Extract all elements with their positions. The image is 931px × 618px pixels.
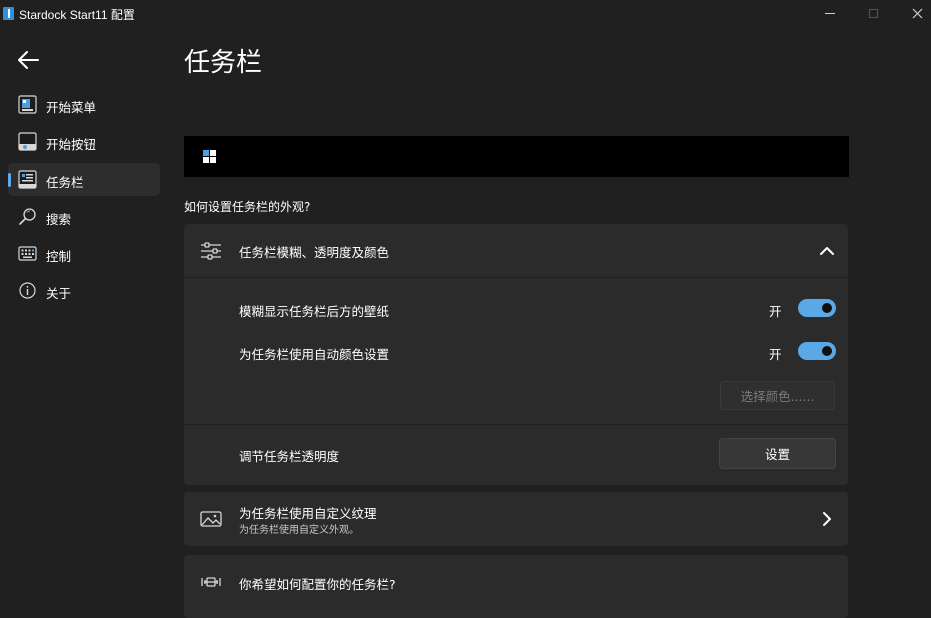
taskbar-config-card[interactable]: 你希望如何配置你的任务栏? [184, 555, 848, 618]
appearance-expander-header[interactable]: 任务栏模糊、透明度及颜色 [184, 224, 848, 278]
sidebar-item-start-button[interactable]: 开始按钮 [8, 125, 160, 158]
sidebar-item-label: 搜索 [46, 212, 72, 227]
config-card-title: 你希望如何配置你的任务栏? [239, 577, 396, 592]
title-bar: Stardock Start11 配置 [0, 0, 931, 27]
maximize-icon [868, 9, 878, 18]
close-icon [912, 8, 922, 19]
taskbar-layout-icon [201, 577, 221, 587]
taskbar-icon [18, 170, 37, 189]
window-title: Stardock Start11 配置 [19, 8, 135, 22]
sliders-icon [201, 242, 221, 260]
start11-logo-icon [203, 150, 216, 163]
chevron-up-icon[interactable] [819, 243, 835, 259]
sidebar-item-label: 任务栏 [46, 175, 84, 190]
sidebar-item-taskbar[interactable]: 任务栏 [8, 163, 160, 196]
appearance-card-title: 任务栏模糊、透明度及颜色 [239, 245, 390, 260]
sidebar-item-control[interactable]: 控制 [8, 237, 160, 270]
auto-color-label: 为任务栏使用自动颜色设置 [239, 347, 390, 362]
chevron-right-icon [823, 512, 831, 526]
sidebar-item-about[interactable]: 关于 [8, 274, 160, 307]
sidebar-item-search[interactable]: 搜索 [8, 200, 160, 233]
transparency-settings-button[interactable]: 设置 [719, 438, 836, 469]
auto-color-toggle[interactable] [798, 342, 836, 360]
info-icon [19, 282, 36, 299]
appearance-expander-card: 任务栏模糊、透明度及颜色 模糊显示任务栏后方的壁纸 开 为任务栏使用自动颜色设置… [184, 224, 848, 485]
section-question: 如何设置任务栏的外观? [184, 200, 311, 214]
texture-card-subtitle: 为任务栏使用自定义外观。 [239, 525, 359, 536]
custom-texture-card[interactable]: 为任务栏使用自定义纹理 为任务栏使用自定义外观。 [184, 492, 848, 546]
row-divider [184, 424, 848, 425]
close-button[interactable] [894, 0, 931, 27]
start11-app-icon [3, 7, 14, 20]
minimize-button[interactable] [807, 0, 853, 27]
sidebar-item-label: 关于 [46, 286, 72, 301]
auto-color-toggle-state: 开 [769, 347, 782, 362]
sidebar-item-label: 开始菜单 [46, 100, 97, 115]
sidebar-item-start-menu[interactable]: 开始菜单 [8, 88, 160, 121]
sidebar-item-label: 开始按钮 [46, 137, 97, 152]
transparency-label: 调节任务栏透明度 [239, 449, 340, 464]
image-icon [200, 511, 222, 527]
texture-card-title: 为任务栏使用自定义纹理 [239, 506, 377, 521]
taskbar-preview [184, 136, 849, 177]
sidebar-item-label: 控制 [46, 249, 72, 264]
keyboard-icon [18, 246, 37, 261]
blur-wallpaper-label: 模糊显示任务栏后方的壁纸 [239, 304, 390, 319]
maximize-button[interactable] [850, 0, 896, 27]
start-button-icon [18, 132, 37, 151]
toggle-knob [822, 303, 832, 313]
search-icon [19, 208, 36, 225]
minimize-icon [825, 13, 835, 14]
selection-indicator [8, 173, 11, 187]
toggle-knob [822, 346, 832, 356]
back-button[interactable] [14, 48, 42, 72]
choose-color-button[interactable]: 选择颜色...... [720, 381, 835, 410]
start-menu-icon [18, 95, 37, 114]
back-arrow-icon [18, 51, 39, 69]
page-title: 任务栏 [184, 48, 263, 78]
blur-wallpaper-toggle[interactable] [798, 299, 836, 317]
blur-toggle-state: 开 [769, 304, 782, 319]
